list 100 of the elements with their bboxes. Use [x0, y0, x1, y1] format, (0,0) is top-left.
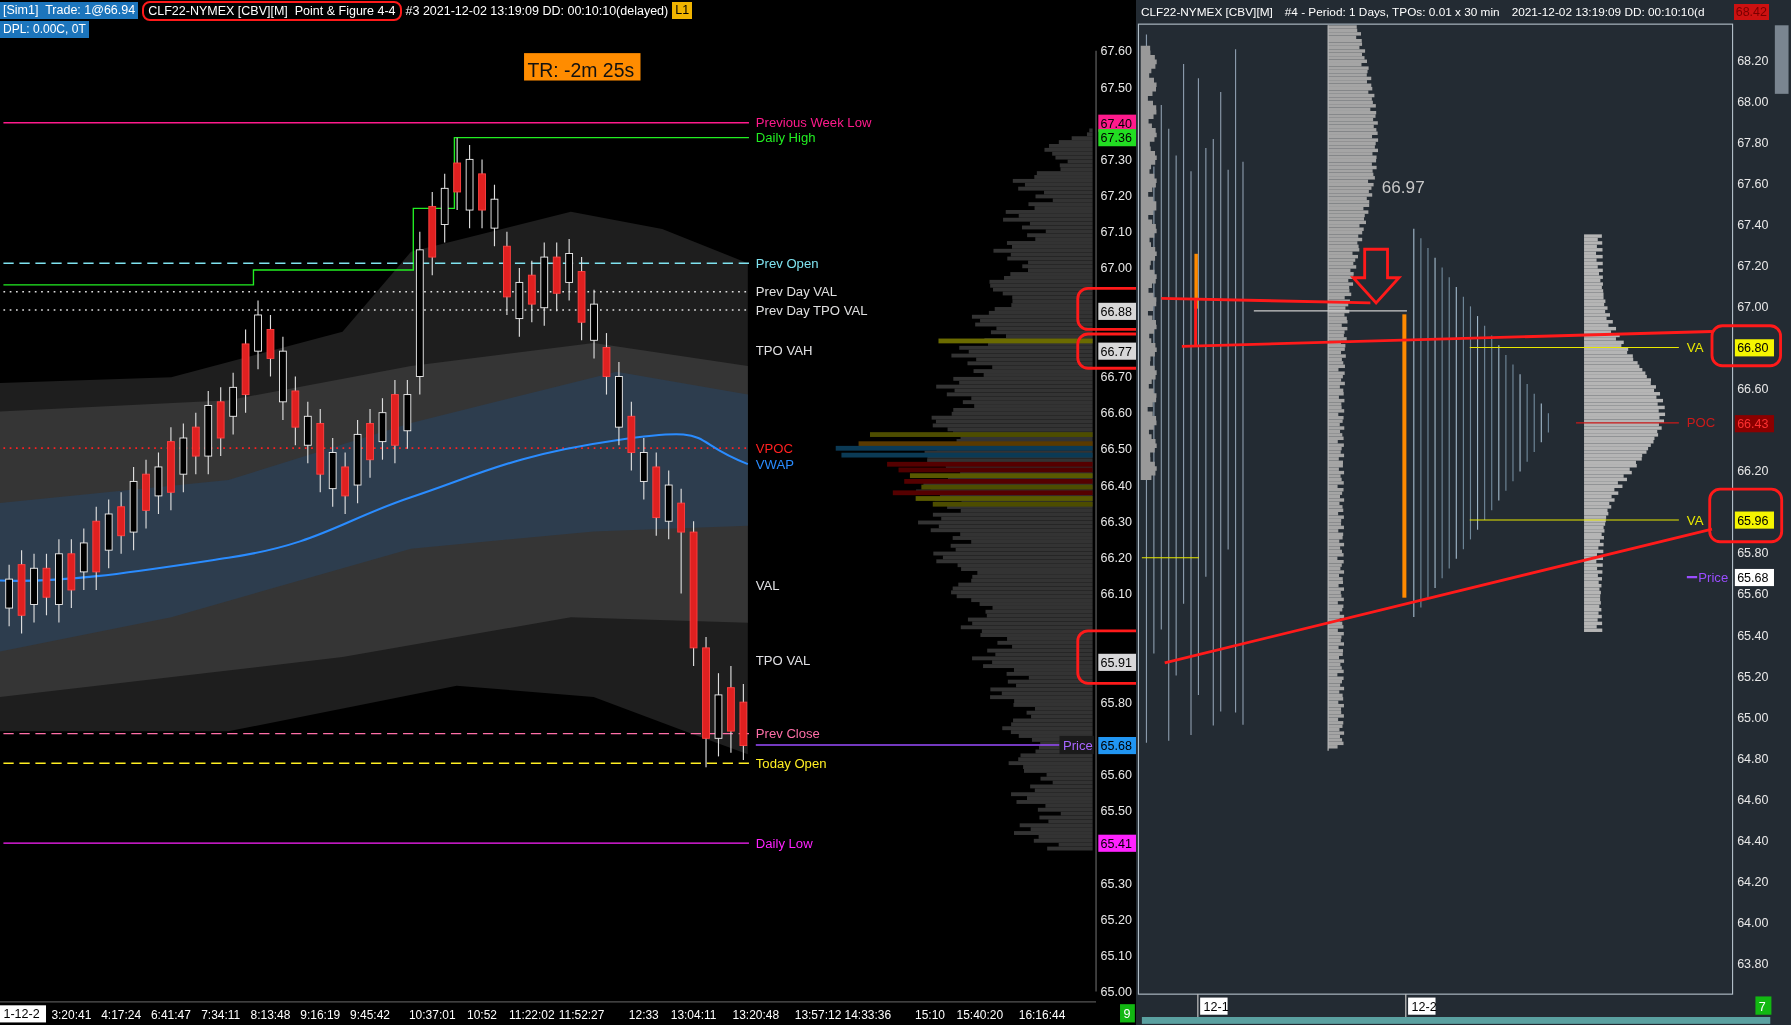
level-label: Today Open	[755, 755, 827, 771]
price-tick-label: 68.00	[1737, 95, 1769, 110]
timer-label: TR: -2m 25s	[524, 53, 641, 81]
candle	[191, 412, 200, 475]
price-tick-label: 67.20	[1100, 189, 1132, 204]
price-tick-label: 65.30	[1100, 876, 1132, 891]
price-tick-label: 65.20	[1100, 912, 1132, 927]
price-tick-label: 65.50	[1100, 804, 1132, 819]
price-tick-label: 66.30	[1100, 514, 1132, 529]
chart-info: #4 - Period: 1 Days, TPOs: 0.01 x 30 min	[1284, 4, 1500, 19]
price-tick-label: 63.80	[1737, 956, 1769, 971]
price-tick-label: 65.40	[1737, 628, 1769, 643]
candle	[590, 289, 598, 359]
candle	[552, 242, 561, 312]
price-tick-label: 67.00	[1100, 261, 1132, 276]
feed-badge: L1	[672, 2, 693, 19]
candle	[565, 238, 574, 302]
price-tick-label: 65.80	[1737, 546, 1769, 561]
candle	[440, 173, 449, 244]
price-tick-label: 66.40	[1100, 478, 1132, 493]
date-label: 12-2	[1408, 997, 1437, 1015]
price-tick-label: 67.60	[1737, 177, 1769, 192]
price-tick-label: 67.80	[1737, 136, 1769, 151]
price-tick-label: 66.70	[1100, 370, 1132, 385]
level-label: Daily High	[755, 130, 816, 146]
price-tick-label: 66.60	[1737, 382, 1769, 397]
candle	[602, 332, 611, 396]
candle	[515, 267, 524, 338]
time-label: 14:33:36	[844, 1008, 892, 1022]
time-label: 9:16:19	[300, 1008, 341, 1022]
candle	[303, 401, 312, 464]
price-tick-label: 65.60	[1100, 768, 1132, 783]
price-tick-label: 65.00	[1737, 710, 1769, 725]
candle	[67, 538, 76, 609]
poc-value-label: 66.97	[1381, 177, 1425, 198]
price-tick-label: 68.20	[1737, 54, 1769, 69]
candle	[490, 184, 499, 247]
price-tick-label: 67.40	[1737, 218, 1769, 233]
level-label: Prev Day TPO VAL	[755, 302, 868, 318]
candle	[42, 553, 51, 616]
price-tick-label: 65.10	[1100, 949, 1132, 963]
scrollbar-thumb[interactable]	[1774, 25, 1789, 94]
candle	[527, 260, 536, 323]
level-label: VA	[1686, 340, 1704, 356]
candle	[627, 401, 636, 472]
candle	[254, 299, 262, 370]
level-label: Daily Low	[755, 835, 813, 851]
time-label: 11:52:27	[558, 1008, 605, 1022]
price-badge: 67.36	[1098, 129, 1136, 147]
instrument-label: CLF22-NYMEX [CBV][M]	[1141, 4, 1273, 19]
level-label: Previous Week Low	[755, 115, 872, 131]
level-label: VAL	[755, 577, 780, 593]
level-label: POC	[1686, 415, 1716, 431]
time-label: 10:37:01	[408, 1008, 456, 1022]
level-label: Prev Open	[755, 255, 819, 271]
price-tick-label: 67.10	[1100, 225, 1132, 240]
date-label: 12-1	[1200, 997, 1229, 1015]
level-label: VPOC	[755, 440, 793, 456]
candle	[341, 451, 349, 515]
time-label: 13:04:11	[670, 1008, 717, 1022]
price-tick-label: 64.80	[1737, 751, 1769, 766]
scrollbar-track[interactable]	[1141, 1017, 1771, 1024]
level-label: VA	[1686, 512, 1704, 528]
time-label: 7:34:11	[201, 1008, 241, 1022]
candle	[30, 553, 38, 624]
candle	[179, 422, 188, 493]
candle	[104, 498, 113, 569]
price-badge: 65.41	[1098, 834, 1136, 852]
candle	[664, 470, 673, 540]
candle	[328, 437, 337, 508]
time-label: 13:57:12	[794, 1008, 842, 1022]
price-tick-label: 67.30	[1100, 152, 1132, 167]
candle	[5, 564, 13, 627]
price-tick-label: 66.60	[1100, 406, 1132, 421]
price-badge: 66.80	[1734, 339, 1774, 357]
candle	[366, 408, 374, 479]
time-label: 15:10	[915, 1008, 945, 1022]
price-badge: 65.68	[1734, 568, 1774, 587]
candle	[291, 375, 300, 446]
price-badge: 66.43	[1734, 415, 1774, 433]
price-tick-label: 66.50	[1100, 442, 1132, 457]
price-badge: 66.77	[1098, 342, 1136, 360]
level-label: Prev Day VAL	[755, 284, 838, 300]
date-label: 1-12-2	[0, 1005, 46, 1023]
time-label: 10:52	[467, 1008, 497, 1022]
price-tick-label: 65.00	[1100, 985, 1132, 1000]
candle	[403, 379, 412, 450]
time-label: 3:20:41	[51, 1008, 92, 1022]
level-label: TPO VAL	[755, 653, 811, 669]
candle	[266, 314, 275, 378]
time-label: 15:40:20	[956, 1008, 1004, 1022]
candle	[378, 397, 387, 461]
chart-info: 2021-12-02 13:19:09 DD: 00:10:10(d	[1511, 4, 1705, 19]
bar-count-badge: 9	[1120, 1004, 1135, 1023]
price-tick-label: 65.60	[1737, 587, 1769, 602]
range-bar	[1194, 253, 1198, 309]
price-tick-label: 64.00	[1737, 915, 1769, 930]
candle	[117, 491, 125, 555]
price-tick-label: 67.00	[1737, 300, 1769, 315]
price-tick-label: 65.80	[1100, 695, 1132, 710]
